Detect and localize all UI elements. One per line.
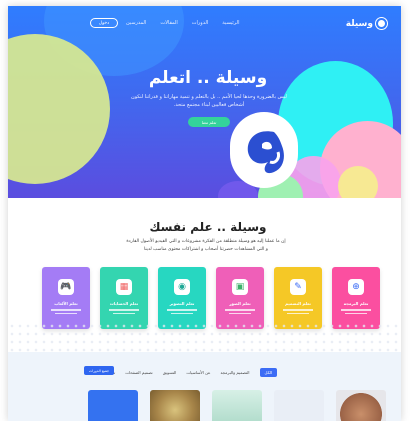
category-card[interactable]: ▦ تعلم الحسابات <box>100 267 148 329</box>
top-nav: وسيلة الرئيسية الدورات المقالات المدرسين… <box>8 6 401 40</box>
card-text <box>229 312 251 314</box>
login-button[interactable]: دخول <box>90 18 118 28</box>
course-thumbnail[interactable] <box>150 390 200 421</box>
image-icon: ▣ <box>232 279 248 295</box>
course-tabs: الكل التصميم والبرمجة عن الأساسيات التسو… <box>98 368 278 377</box>
card-title: تعلم البرمجة <box>343 301 369 306</box>
card-title: تعلم التصميم <box>285 301 311 306</box>
hero-title: وسيلة .. اتعلم <box>148 68 268 88</box>
card-text <box>287 312 309 314</box>
category-card[interactable]: ✎ تعلم التصميم <box>274 267 322 329</box>
all-courses-button[interactable]: جميع الدورات <box>84 366 114 375</box>
card-text <box>283 309 313 311</box>
nav-item-home[interactable]: الرئيسية <box>222 20 239 26</box>
nav-item-articles[interactable]: المقالات <box>160 20 177 26</box>
brand-name: وسيلة <box>345 18 373 29</box>
course-thumbnail[interactable] <box>212 390 262 421</box>
card-text <box>341 309 371 311</box>
about-description: إن ما عملنا إليه هو وسيلة منطلقة من الفك… <box>126 239 286 252</box>
hero-section: وسيلة الرئيسية الدورات المقالات المدرسين… <box>8 6 401 198</box>
decor-pattern <box>8 322 401 352</box>
card-text <box>109 309 139 311</box>
page-frame: وسيلة الرئيسية الدورات المقالات المدرسين… <box>8 6 401 421</box>
category-card[interactable]: ◉ تعلم التصوير <box>158 267 206 329</box>
nav-menu: الرئيسية الدورات المقالات المدرسين <box>126 20 239 26</box>
course-thumbnail[interactable] <box>274 390 324 421</box>
course-thumbnail[interactable] <box>88 390 138 421</box>
category-card[interactable]: ▣ تعلم الصور <box>216 267 264 329</box>
hero-logo <box>230 112 298 188</box>
card-text <box>55 312 77 314</box>
card-text <box>225 309 255 311</box>
nav-item-teachers[interactable]: المدرسين <box>126 20 146 26</box>
brand[interactable]: وسيلة <box>346 18 387 29</box>
tab-design-programming[interactable]: التصميم والبرمجة <box>221 370 250 375</box>
document-icon: ▦ <box>116 279 132 295</box>
hero-cta-button[interactable]: تعلم معنا <box>188 117 230 127</box>
hero-subtitle: ليس بالضرورة وحدها لحيا الأمم .. بل بالت… <box>131 94 287 108</box>
nav-item-courses[interactable]: الدورات <box>192 20 208 26</box>
design-icon: ✎ <box>290 279 306 295</box>
card-text <box>171 312 193 314</box>
card-title: تعلم التصوير <box>169 301 195 306</box>
course-thumbnails <box>88 390 386 421</box>
tab-marketing[interactable]: التسويق <box>163 370 177 375</box>
course-thumbnail[interactable] <box>336 390 386 421</box>
card-title: تعلم الألعاب <box>54 301 78 306</box>
brand-logo-icon <box>247 131 284 174</box>
category-card[interactable]: ⊕ تعلم البرمجة <box>332 267 380 329</box>
card-title: تعلم الحسابات <box>109 301 139 306</box>
category-cards: 🎮 تعلم الألعاب ▦ تعلم الحسابات ◉ تعلم ال… <box>42 267 380 329</box>
tab-all[interactable]: الكل <box>259 368 278 377</box>
card-text <box>345 312 367 314</box>
card-text <box>167 309 197 311</box>
brand-logo-icon <box>376 18 387 29</box>
globe-icon: ⊕ <box>348 279 364 295</box>
card-text <box>113 312 135 314</box>
tab-page-design[interactable]: تصميم الصفحات <box>125 370 152 375</box>
gamepad-icon: 🎮 <box>58 279 74 295</box>
about-title: وسيلة .. علم نفسك <box>149 220 267 234</box>
camera-icon: ◉ <box>174 279 190 295</box>
card-text <box>51 309 81 311</box>
decor-circle <box>338 166 378 198</box>
card-title: تعلم الصور <box>229 301 251 306</box>
category-card[interactable]: 🎮 تعلم الألعاب <box>42 267 90 329</box>
tab-basics[interactable]: عن الأساسيات <box>186 370 210 375</box>
